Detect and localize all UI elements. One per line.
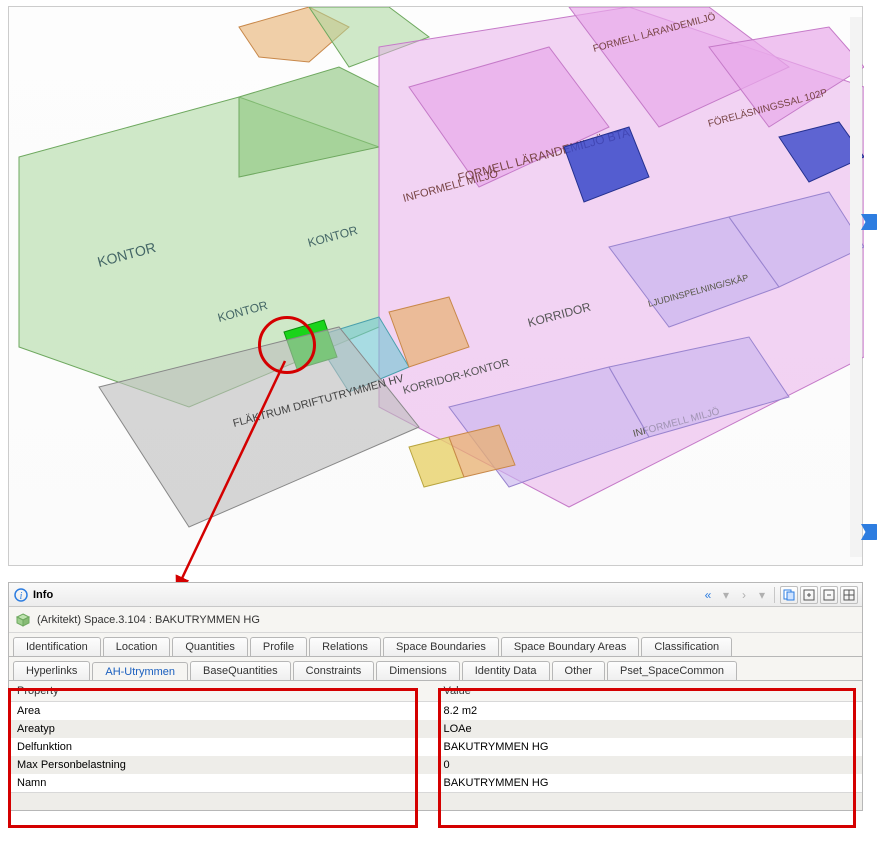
property-header: Property (9, 681, 436, 702)
object-name: (Arkitekt) Space.3.104 : BAKUTRYMMEN HG (37, 614, 260, 626)
tab-space-boundary-areas[interactable]: Space Boundary Areas (501, 637, 640, 656)
copy-button[interactable] (780, 586, 798, 604)
info-header: i Info « ▾ › ▾ (9, 583, 862, 607)
nav-dropdown-button[interactable]: ▾ (753, 586, 771, 604)
svg-text:i: i (20, 591, 23, 602)
info-icon: i (13, 587, 29, 603)
3d-viewport[interactable]: KONTOR KONTOR KONTOR FORMELL LÄRANDEMILJ… (8, 6, 863, 566)
tab-identity-data[interactable]: Identity Data (462, 661, 550, 680)
prop-name[interactable]: Areatyp (9, 720, 436, 738)
tab-hyperlinks[interactable]: Hyperlinks (13, 661, 90, 680)
cube-icon (15, 612, 31, 628)
prop-value[interactable]: 0 (436, 756, 863, 774)
grid-button[interactable] (840, 586, 858, 604)
tab-ah-utrymmen[interactable]: AH-Utrymmen (92, 662, 188, 681)
tab-basequantities[interactable]: BaseQuantities (190, 661, 291, 680)
tabs-row-2: Hyperlinks AH-Utrymmen BaseQuantities Co… (9, 656, 862, 680)
property-name-column: Property Area Areatyp Delfunktion Max Pe… (9, 681, 436, 792)
info-title: Info (33, 589, 53, 601)
status-strip (9, 792, 862, 810)
property-grid: Property Area Areatyp Delfunktion Max Pe… (9, 680, 862, 792)
prop-value[interactable]: BAKUTRYMMEN HG (436, 774, 863, 792)
tab-constraints[interactable]: Constraints (293, 661, 375, 680)
prop-value[interactable]: LOAe (436, 720, 863, 738)
prop-value[interactable]: BAKUTRYMMEN HG (436, 738, 863, 756)
nav-next-button[interactable]: › (735, 586, 753, 604)
tab-classification[interactable]: Classification (641, 637, 732, 656)
prop-name[interactable]: Area (9, 702, 436, 720)
floorplan-svg[interactable]: KONTOR KONTOR KONTOR FORMELL LÄRANDEMILJ… (9, 7, 864, 567)
tab-quantities[interactable]: Quantities (172, 637, 248, 656)
tab-dimensions[interactable]: Dimensions (376, 661, 459, 680)
tab-identification[interactable]: Identification (13, 637, 101, 656)
tab-space-boundaries[interactable]: Space Boundaries (383, 637, 499, 656)
tab-relations[interactable]: Relations (309, 637, 381, 656)
nav-prev-button[interactable]: ▾ (717, 586, 735, 604)
prop-name[interactable]: Max Personbelastning (9, 756, 436, 774)
tab-other[interactable]: Other (552, 661, 606, 680)
info-panel: i Info « ▾ › ▾ (Arkitekt) Space.3.104 : … (8, 582, 863, 811)
tab-location[interactable]: Location (103, 637, 171, 656)
collapse-button[interactable] (820, 586, 838, 604)
prop-name[interactable]: Namn (9, 774, 436, 792)
tabs-row-1: Identification Location Quantities Profi… (9, 633, 862, 656)
value-header: Value (436, 681, 863, 702)
expand-button[interactable] (800, 586, 818, 604)
prop-name[interactable]: Delfunktion (9, 738, 436, 756)
property-value-column: Value 8.2 m2 LOAe BAKUTRYMMEN HG 0 BAKUT… (436, 681, 863, 792)
nav-first-button[interactable]: « (699, 586, 717, 604)
tab-profile[interactable]: Profile (250, 637, 307, 656)
object-name-row: (Arkitekt) Space.3.104 : BAKUTRYMMEN HG (9, 607, 862, 633)
scrollbar-vertical[interactable] (850, 17, 862, 557)
tab-pset-spacecommon[interactable]: Pset_SpaceCommon (607, 661, 737, 680)
prop-value[interactable]: 8.2 m2 (436, 702, 863, 720)
